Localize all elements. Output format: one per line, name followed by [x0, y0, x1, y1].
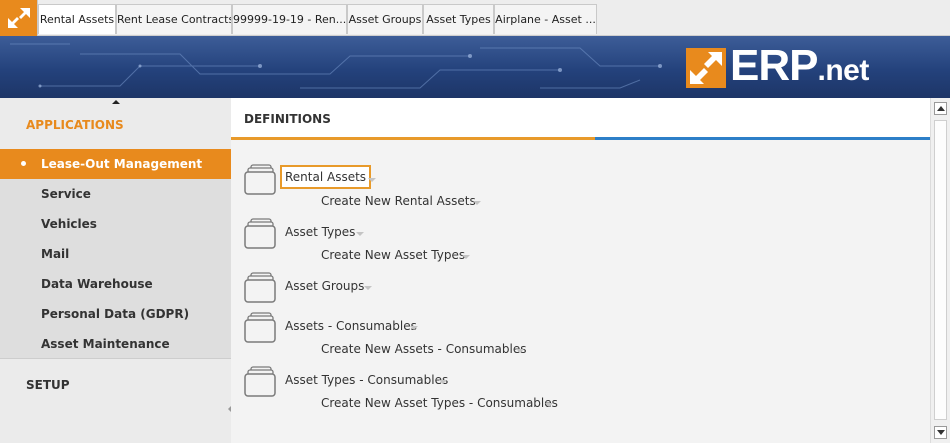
sidebar: APPLICATIONS Lease-Out Management Servic… — [0, 98, 231, 443]
sidebar-item-label: Vehicles — [41, 217, 97, 231]
create-assets-consumables-link[interactable]: Create New Assets - Consumables — [321, 342, 527, 356]
tab-bar: Rental Assets Rent Lease Contracts 99999… — [0, 0, 950, 36]
chevron-down-icon[interactable] — [368, 178, 376, 182]
chevron-down-icon[interactable] — [516, 349, 524, 353]
sidebar-item-lease-out-management[interactable]: Lease-Out Management — [0, 149, 231, 179]
definitions-header: DEFINITIONS — [231, 98, 931, 140]
page-title: DEFINITIONS — [244, 112, 331, 126]
rental-assets-link[interactable]: Rental Assets — [280, 165, 372, 189]
folder-stack-icon — [244, 366, 276, 397]
chevron-down-icon[interactable] — [439, 380, 447, 384]
header-accent-line-blue — [595, 137, 931, 140]
chevron-down-icon[interactable] — [473, 201, 481, 205]
collapse-up-icon[interactable] — [112, 100, 120, 104]
chevron-down-icon[interactable] — [462, 255, 470, 259]
sidebar-item-vehicles[interactable]: Vehicles — [0, 209, 231, 239]
erp-arrows-logo-icon — [686, 48, 726, 88]
erp-arrows-logo-icon — [8, 8, 30, 28]
assets-consumables-link[interactable]: Assets - Consumables — [285, 319, 417, 333]
sidebar-item-label: Personal Data (GDPR) — [41, 307, 190, 321]
brand-wordmark: ERP.net — [730, 41, 869, 90]
sidebar-item-service[interactable]: Service — [0, 179, 231, 209]
folder-stack-icon — [244, 272, 276, 303]
tab-airplane-asset[interactable]: Airplane - Asset ... — [494, 4, 597, 34]
tab-rent-lease-contracts[interactable]: Rent Lease Contracts — [116, 4, 232, 34]
tab-lease-contract-record[interactable]: 99999-19-19 - Ren... — [232, 4, 347, 34]
scroll-up-button[interactable] — [934, 102, 947, 115]
header-banner: ERP.net — [0, 36, 950, 98]
tab-rental-assets[interactable]: Rental Assets — [38, 4, 116, 34]
asset-types-link[interactable]: Asset Types — [285, 225, 355, 239]
arrow-up-icon — [937, 106, 945, 111]
folder-stack-icon — [244, 312, 276, 343]
folder-stack-icon — [244, 164, 276, 195]
tab-asset-groups[interactable]: Asset Groups — [347, 4, 423, 34]
chevron-down-icon[interactable] — [545, 403, 553, 407]
app-menu-button[interactable] — [0, 0, 38, 36]
sidebar-item-label: Asset Maintenance — [41, 337, 170, 351]
scroll-down-button[interactable] — [934, 426, 947, 439]
tab-asset-types[interactable]: Asset Types — [423, 4, 494, 34]
vertical-scrollbar[interactable] — [930, 98, 950, 443]
create-asset-types-consumables-link[interactable]: Create New Asset Types - Consumables — [321, 396, 558, 410]
active-dot-icon — [21, 161, 26, 166]
asset-groups-link[interactable]: Asset Groups — [285, 279, 364, 293]
create-asset-types-link[interactable]: Create New Asset Types — [321, 248, 465, 262]
chevron-down-icon[interactable] — [356, 232, 364, 236]
chevron-down-icon[interactable] — [364, 286, 372, 290]
sidebar-item-label: Lease-Out Management — [41, 157, 203, 171]
sidebar-item-mail[interactable]: Mail — [0, 239, 231, 269]
definitions-panel: DEFINITIONS Rental Assets Create New Ren… — [231, 98, 950, 443]
folder-stack-icon — [244, 218, 276, 249]
chevron-down-icon[interactable] — [410, 326, 418, 330]
setup-heading[interactable]: SETUP — [26, 378, 70, 392]
scroll-thumb[interactable] — [934, 120, 947, 420]
header-accent-line — [231, 137, 595, 140]
sidebar-item-personal-data[interactable]: Personal Data (GDPR) — [0, 299, 231, 329]
asset-types-consumables-link[interactable]: Asset Types - Consumables — [285, 373, 448, 387]
arrow-down-icon — [937, 430, 945, 435]
applications-heading[interactable]: APPLICATIONS — [26, 118, 124, 132]
sidebar-item-label: Data Warehouse — [41, 277, 153, 291]
sidebar-item-label: Mail — [41, 247, 70, 261]
sidebar-item-label: Service — [41, 187, 91, 201]
sidebar-item-data-warehouse[interactable]: Data Warehouse — [0, 269, 231, 299]
create-rental-assets-link[interactable]: Create New Rental Assets — [321, 194, 476, 208]
applications-list: Lease-Out Management Service Vehicles Ma… — [0, 149, 231, 359]
sidebar-item-asset-maintenance[interactable]: Asset Maintenance — [0, 329, 231, 359]
